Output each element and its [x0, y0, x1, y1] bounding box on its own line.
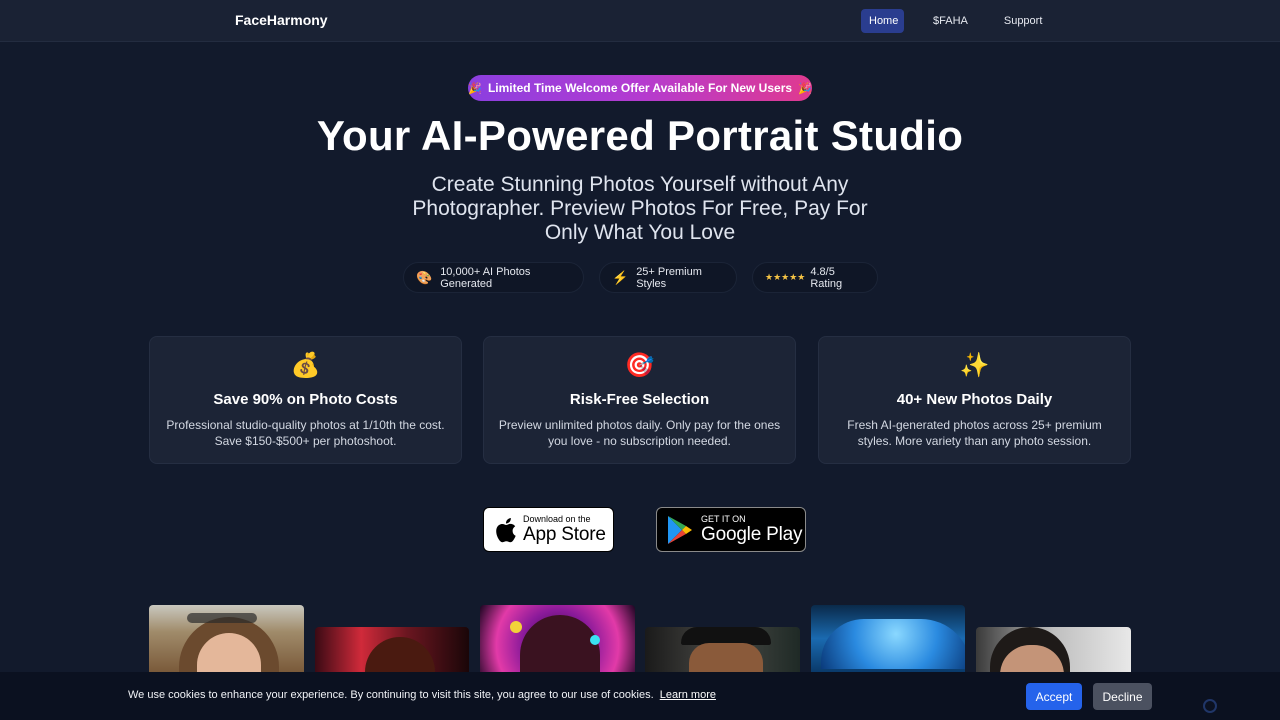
- feature-description: Fresh AI-generated photos across 25+ pre…: [847, 418, 1102, 448]
- learn-more-link[interactable]: Learn more: [660, 689, 716, 701]
- stat-label: 25+ Premium Styles: [636, 265, 702, 290]
- party-popper-icon: 🎉: [468, 82, 482, 95]
- stars-icon: ★★★★★: [765, 272, 806, 282]
- stat-styles: ⚡ 25+ Premium Styles: [599, 262, 737, 293]
- gallery-photo-5[interactable]: [811, 605, 965, 672]
- palette-icon: 🎨: [416, 269, 433, 285]
- stat-photos: 🎨 10,000+ AI Photos Generated: [403, 262, 584, 293]
- promo-text: Limited Time Welcome Offer Available For…: [487, 81, 793, 95]
- cookie-banner: We use cookies to enhance your experienc…: [0, 672, 1280, 720]
- app-store-button[interactable]: Download on the App Store: [483, 507, 614, 552]
- google-play-icon: [668, 515, 692, 544]
- brand-logo[interactable]: FaceHarmony: [235, 12, 328, 28]
- app-store-big: App Store: [523, 524, 606, 545]
- nav-faha[interactable]: $FAHA: [925, 9, 976, 33]
- google-play-button[interactable]: GET IT ON Google Play: [656, 507, 806, 552]
- feature-card-savings: 💰 Save 90% on Photo Costs Professional s…: [149, 336, 462, 464]
- google-play-small: GET IT ON: [701, 514, 746, 524]
- feature-title: Save 90% on Photo Costs: [213, 391, 398, 408]
- recaptcha-icon[interactable]: [1203, 699, 1217, 713]
- feature-description: Preview unlimited photos daily. Only pay…: [498, 418, 781, 448]
- decline-button[interactable]: Decline: [1093, 683, 1152, 710]
- nav-home[interactable]: Home: [861, 9, 904, 33]
- promo-badge[interactable]: 🎉 Limited Time Welcome Offer Available F…: [468, 75, 812, 101]
- top-navbar: FaceHarmony Home $FAHA Support: [0, 0, 1280, 42]
- google-play-big: Google Play: [701, 524, 803, 545]
- target-icon: 🎯: [624, 352, 655, 379]
- app-store-small: Download on the: [523, 514, 591, 524]
- stats-row: 🎨 10,000+ AI Photos Generated ⚡ 25+ Prem…: [0, 262, 1280, 293]
- google-play-label: GET IT ON Google Play: [701, 514, 803, 545]
- nav-links: Home $FAHA Support: [861, 9, 1050, 33]
- gallery-photo-2[interactable]: [315, 627, 469, 672]
- feature-description: Professional studio-quality photos at 1/…: [166, 418, 445, 448]
- gallery-photo-4[interactable]: [645, 627, 800, 672]
- feature-title: 40+ New Photos Daily: [896, 391, 1053, 408]
- stat-label: 4.8/5 Rating: [810, 265, 843, 290]
- app-store-label: Download on the App Store: [523, 514, 606, 545]
- sparkles-icon: ✨: [959, 352, 990, 379]
- lightning-icon: ⚡: [612, 269, 629, 285]
- feature-card-risk-free: 🎯 Risk-Free Selection Preview unlimited …: [483, 336, 796, 464]
- hero-subtitle: Create Stunning Photos Yourself without …: [412, 173, 868, 244]
- stat-rating: ★★★★★ 4.8/5 Rating: [752, 262, 878, 293]
- gallery-photo-1[interactable]: [149, 605, 304, 672]
- cookie-message: We use cookies to enhance your experienc…: [128, 689, 716, 701]
- feature-title: Risk-Free Selection: [569, 391, 710, 408]
- party-popper-icon: 🎉: [798, 82, 812, 95]
- cookie-text: We use cookies to enhance your experienc…: [128, 689, 654, 701]
- stat-label: 10,000+ AI Photos Generated: [440, 265, 531, 290]
- page-title: Your AI-Powered Portrait Studio: [316, 112, 964, 159]
- gallery-photo-6[interactable]: [976, 627, 1131, 672]
- nav-support[interactable]: Support: [996, 9, 1051, 33]
- gallery-photo-3[interactable]: [480, 605, 635, 672]
- apple-icon: [496, 517, 516, 542]
- accept-button[interactable]: Accept: [1026, 683, 1082, 710]
- money-bag-icon: 💰: [290, 352, 321, 379]
- feature-card-daily: ✨ 40+ New Photos Daily Fresh AI-generate…: [818, 336, 1131, 464]
